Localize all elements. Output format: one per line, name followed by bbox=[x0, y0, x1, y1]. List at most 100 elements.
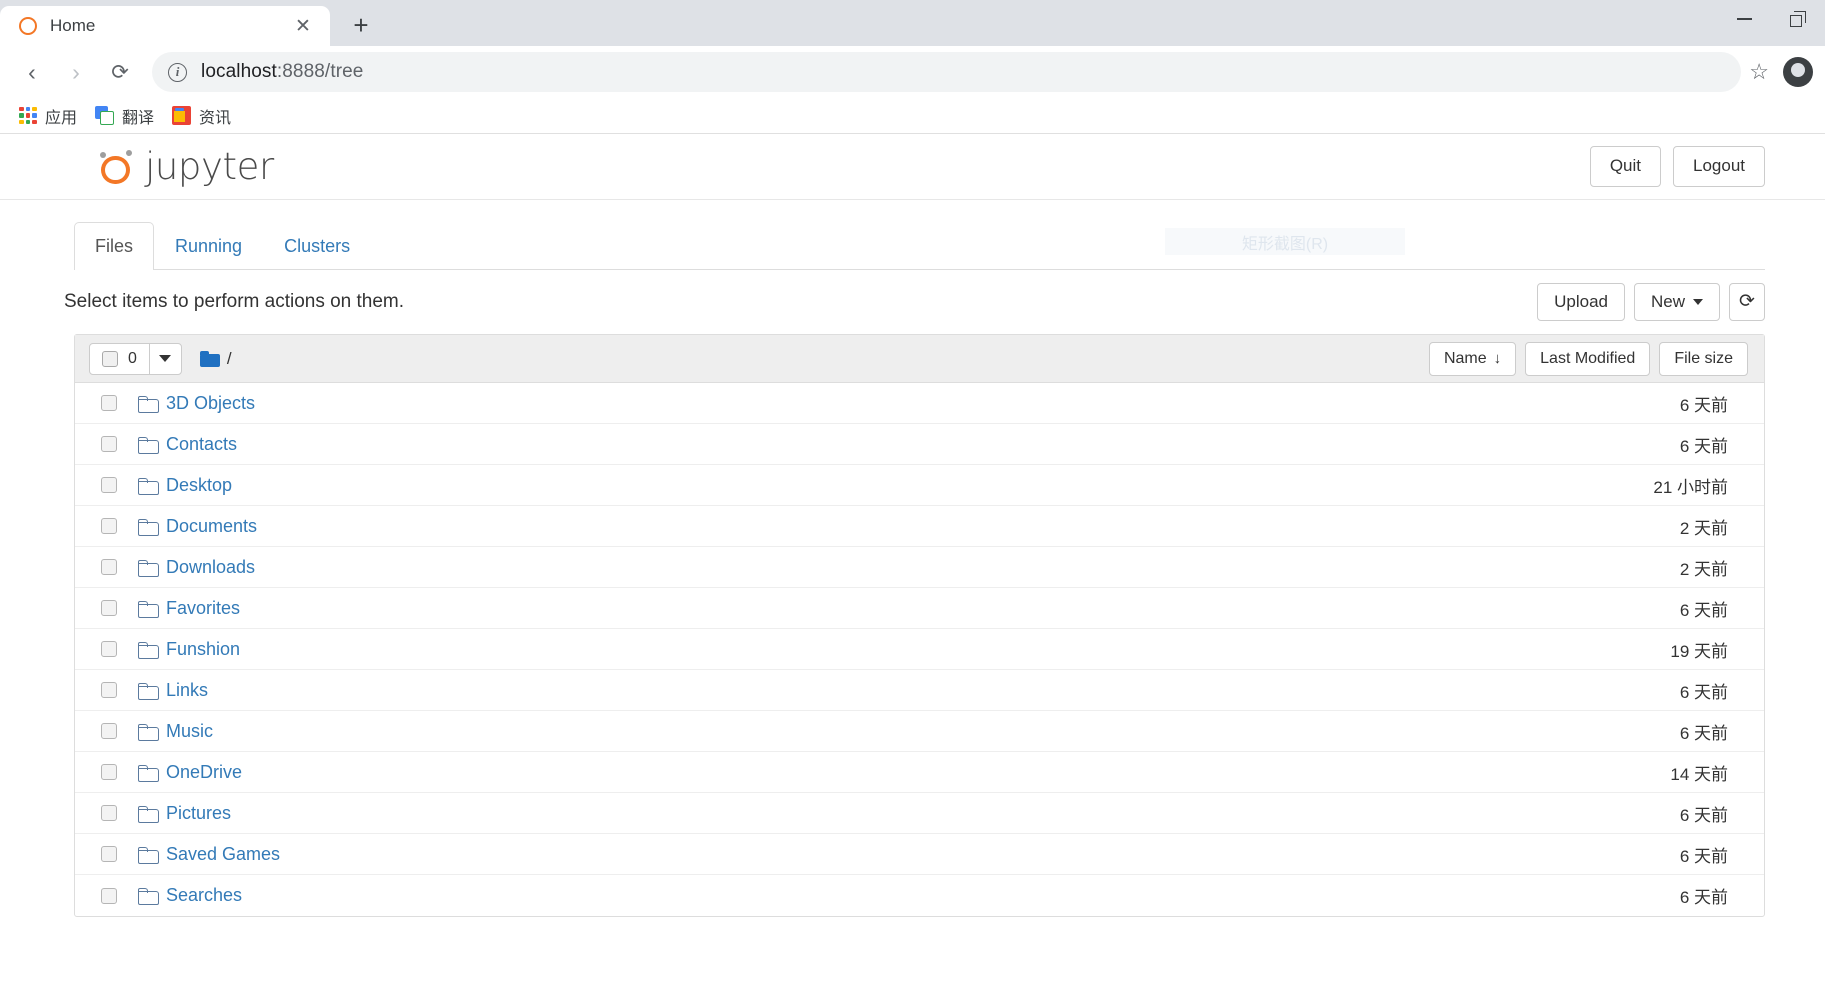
back-icon[interactable]: ‹ bbox=[12, 52, 52, 92]
jupyter-body: Files Running Clusters 矩形截图(R) Select it… bbox=[0, 222, 1825, 917]
sort-by-modified-button[interactable]: Last Modified bbox=[1525, 341, 1651, 376]
bookmark-star-icon[interactable]: ☆ bbox=[1749, 59, 1769, 85]
table-row[interactable]: OneDrive 14 天前 bbox=[75, 752, 1764, 793]
select-all-dropdown[interactable] bbox=[148, 343, 181, 374]
address-bar[interactable]: i localhost:8888/tree bbox=[152, 52, 1742, 92]
row-checkbox[interactable] bbox=[101, 559, 117, 575]
row-checkbox[interactable] bbox=[101, 477, 117, 493]
select-all-cell[interactable]: 0 bbox=[90, 344, 149, 374]
table-row[interactable]: Music 6 天前 bbox=[75, 711, 1764, 752]
folder-icon bbox=[138, 436, 159, 454]
file-name-link[interactable]: Pictures bbox=[166, 803, 231, 824]
row-checkbox[interactable] bbox=[101, 764, 117, 780]
table-row[interactable]: Downloads 2 天前 bbox=[75, 547, 1764, 588]
file-actions-row: Select items to perform actions on them.… bbox=[64, 270, 1765, 334]
file-modified: 21 小时前 bbox=[1653, 477, 1728, 497]
bookmark-translate[interactable]: 翻译 bbox=[86, 101, 163, 131]
table-row[interactable]: Links 6 天前 bbox=[75, 670, 1764, 711]
selection-hint: Select items to perform actions on them. bbox=[64, 291, 405, 312]
bookmark-news[interactable]: 资讯 bbox=[163, 101, 240, 131]
table-row[interactable]: Pictures 6 天前 bbox=[75, 793, 1764, 834]
new-dropdown-button[interactable]: New bbox=[1633, 282, 1720, 322]
quit-button[interactable]: Quit bbox=[1589, 146, 1661, 187]
file-name-link[interactable]: Searches bbox=[166, 885, 242, 906]
sort-by-name-button[interactable]: Name ↓ bbox=[1428, 341, 1517, 376]
table-row[interactable]: 3D Objects 6 天前 bbox=[75, 383, 1764, 424]
file-name-link[interactable]: Favorites bbox=[166, 598, 240, 619]
table-row[interactable]: Contacts 6 天前 bbox=[75, 424, 1764, 465]
site-info-icon[interactable]: i bbox=[168, 62, 187, 82]
table-row[interactable]: Searches 6 天前 bbox=[75, 875, 1764, 916]
forward-icon[interactable]: › bbox=[56, 52, 96, 92]
folder-icon bbox=[138, 600, 159, 618]
row-checkbox[interactable] bbox=[101, 805, 117, 821]
refresh-icon: ⟳ bbox=[1739, 291, 1755, 313]
file-modified: 6 天前 bbox=[1679, 395, 1728, 415]
tab-files[interactable]: Files bbox=[74, 222, 155, 270]
google-translate-icon bbox=[95, 106, 115, 125]
new-tab-button[interactable]: + bbox=[340, 6, 382, 44]
row-checkbox[interactable] bbox=[101, 436, 117, 452]
select-all-group[interactable]: 0 bbox=[89, 342, 182, 375]
table-row[interactable]: Saved Games 6 天前 bbox=[75, 834, 1764, 875]
apps-grid-icon bbox=[19, 106, 37, 125]
file-name-link[interactable]: Downloads bbox=[166, 557, 255, 578]
restore-window-button[interactable] bbox=[1771, 0, 1825, 38]
row-checkbox[interactable] bbox=[101, 641, 117, 657]
breadcrumb-root[interactable]: / bbox=[227, 349, 232, 369]
row-checkbox[interactable] bbox=[101, 887, 117, 904]
file-modified: 6 天前 bbox=[1679, 805, 1728, 825]
jupyter-header: jupyter Quit Logout bbox=[0, 134, 1825, 200]
close-tab-icon[interactable]: ✕ bbox=[290, 13, 316, 39]
reload-icon[interactable]: ⟳ bbox=[100, 52, 140, 92]
file-modified: 2 天前 bbox=[1679, 518, 1728, 538]
browser-tab[interactable]: Home ✕ bbox=[0, 6, 330, 46]
table-row[interactable]: Favorites 6 天前 bbox=[75, 588, 1764, 629]
url-host: localhost bbox=[201, 61, 277, 82]
bookmark-apps-label: 应用 bbox=[45, 109, 78, 127]
row-checkbox[interactable] bbox=[101, 682, 117, 698]
file-modified: 6 天前 bbox=[1679, 600, 1728, 620]
jupyter-logo[interactable]: jupyter bbox=[99, 145, 274, 188]
folder-icon bbox=[138, 395, 159, 413]
table-row[interactable]: Funshion 19 天前 bbox=[75, 629, 1764, 670]
tab-clusters[interactable]: Clusters bbox=[263, 222, 371, 270]
table-row[interactable]: Documents 2 天前 bbox=[75, 506, 1764, 547]
bookmarks-bar: 应用 翻译 资讯 bbox=[0, 98, 1825, 134]
folder-icon bbox=[138, 764, 159, 782]
chevron-down-icon bbox=[159, 355, 172, 362]
file-name-link[interactable]: Saved Games bbox=[166, 844, 280, 865]
table-row[interactable]: Desktop 21 小时前 bbox=[75, 465, 1764, 506]
file-name-link[interactable]: Links bbox=[166, 680, 208, 701]
row-checkbox[interactable] bbox=[101, 846, 117, 862]
file-name-link[interactable]: OneDrive bbox=[166, 762, 242, 783]
profile-avatar[interactable] bbox=[1783, 57, 1813, 87]
file-name-link[interactable]: Funshion bbox=[166, 639, 240, 660]
folder-icon bbox=[138, 723, 159, 741]
folder-icon bbox=[199, 350, 220, 367]
row-checkbox[interactable] bbox=[101, 723, 117, 739]
tab-running[interactable]: Running bbox=[154, 222, 263, 270]
refresh-button[interactable]: ⟳ bbox=[1729, 282, 1765, 321]
file-list-rows: 3D Objects 6 天前 Contacts 6 天前 Desktop 21 小时前 D… bbox=[75, 383, 1764, 916]
file-name-link[interactable]: Desktop bbox=[166, 475, 232, 496]
file-name-link[interactable]: Documents bbox=[166, 516, 257, 537]
row-checkbox[interactable] bbox=[101, 518, 117, 534]
row-checkbox[interactable] bbox=[101, 395, 117, 411]
row-checkbox[interactable] bbox=[101, 600, 117, 616]
folder-icon bbox=[138, 477, 159, 495]
minimize-window-button[interactable] bbox=[1717, 0, 1771, 38]
file-name-link[interactable]: 3D Objects bbox=[166, 393, 255, 414]
file-name-link[interactable]: Contacts bbox=[166, 434, 237, 455]
sort-by-filesize-button[interactable]: File size bbox=[1659, 341, 1748, 376]
bookmark-translate-label: 翻译 bbox=[122, 109, 155, 127]
browser-tabstrip: Home ✕ + bbox=[0, 0, 1825, 46]
breadcrumb[interactable]: / bbox=[199, 349, 232, 369]
logout-button[interactable]: Logout bbox=[1673, 146, 1765, 187]
bookmark-apps[interactable]: 应用 bbox=[10, 101, 86, 131]
file-modified: 6 天前 bbox=[1679, 846, 1728, 866]
upload-button[interactable]: Upload bbox=[1537, 282, 1625, 322]
select-all-checkbox[interactable] bbox=[102, 350, 118, 367]
file-name-link[interactable]: Music bbox=[166, 721, 213, 742]
selected-count: 0 bbox=[128, 349, 137, 367]
